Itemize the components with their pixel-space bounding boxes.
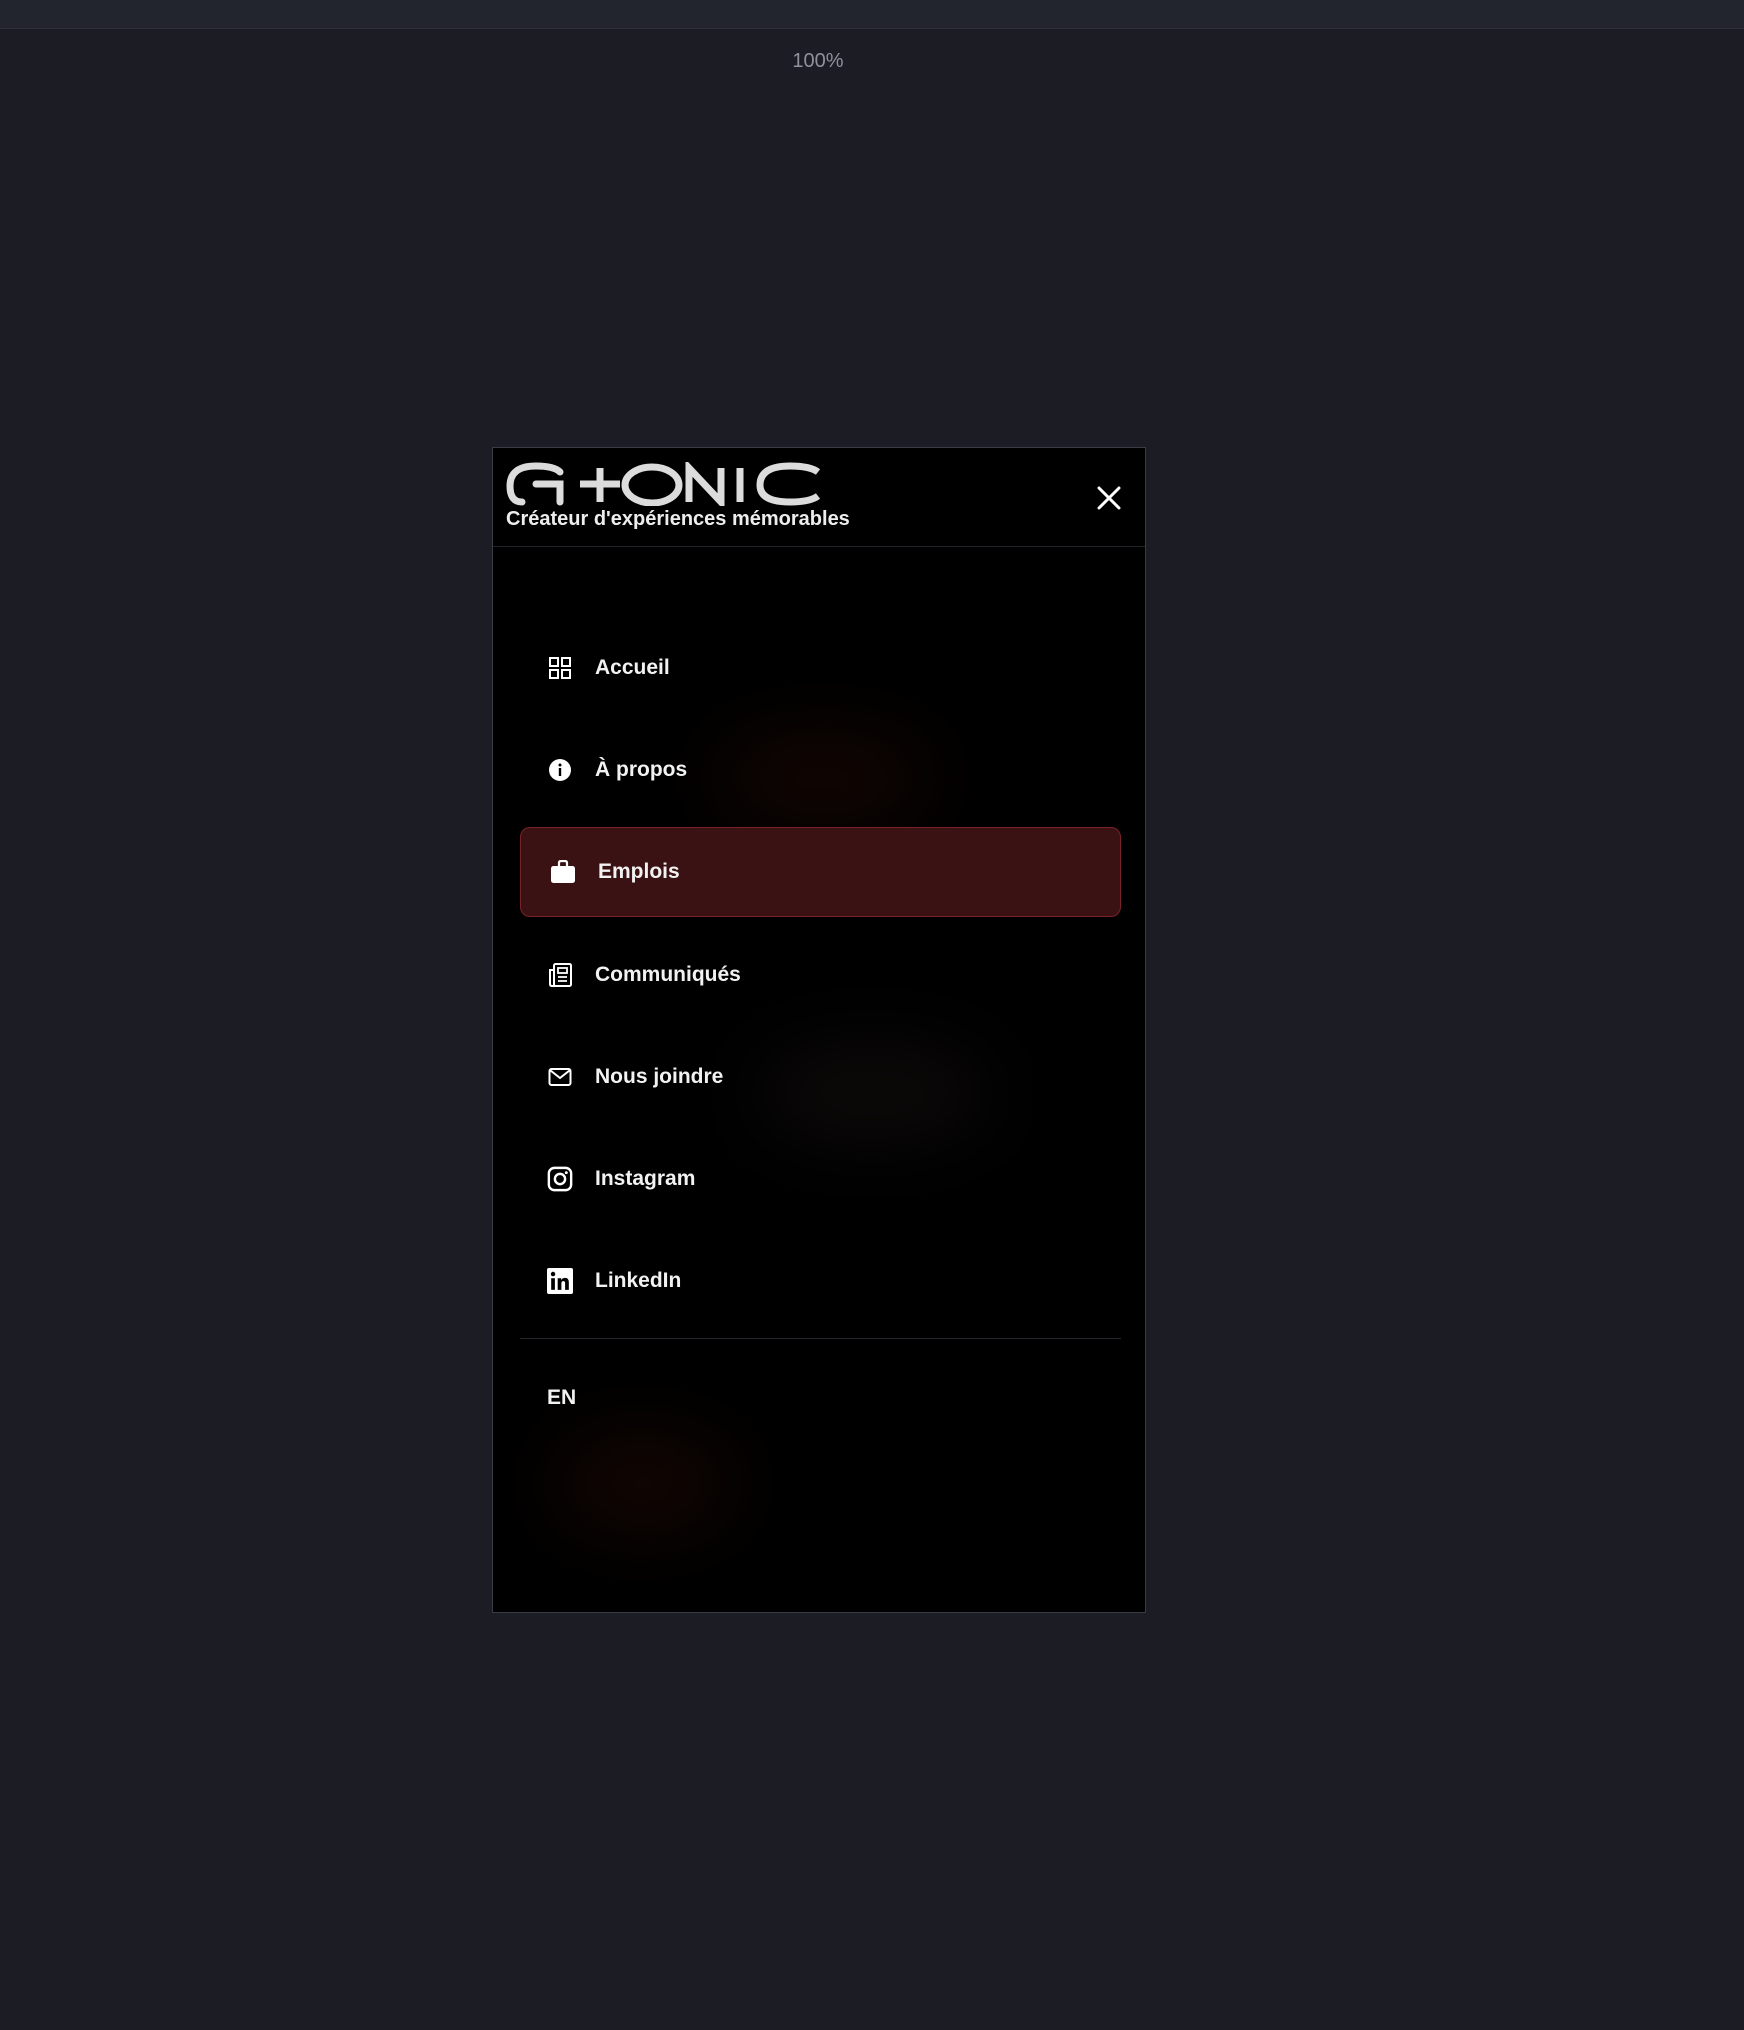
background-glow xyxy=(553,1438,733,1528)
briefcase-icon xyxy=(550,859,576,885)
nav-item-nous-joindre[interactable]: Nous joindre xyxy=(520,1032,1121,1122)
tagline: Créateur d'expériences mémorables xyxy=(506,508,850,530)
close-menu-button[interactable] xyxy=(1089,478,1129,518)
instagram-icon xyxy=(547,1166,573,1192)
nav-item-emplois[interactable]: Emplois xyxy=(520,827,1121,917)
viewer-toolbar xyxy=(0,0,1744,29)
language-toggle[interactable]: EN xyxy=(547,1386,576,1410)
zoom-level: 100% xyxy=(792,50,844,72)
mail-icon xyxy=(547,1064,573,1090)
nav-item-label: Communiqués xyxy=(595,963,741,986)
nav-item-accueil[interactable]: Accueil xyxy=(520,623,1121,713)
close-icon xyxy=(1097,486,1121,510)
nav-item-label: LinkedIn xyxy=(595,1269,682,1292)
mobile-menu-panel: Créateur d'expériences mémorables Accuei… xyxy=(492,447,1146,1613)
nav-item-label: Accueil xyxy=(595,656,670,679)
gtonic-logo xyxy=(506,462,821,506)
nav-item-label: À propos xyxy=(595,758,688,781)
menu-header: Créateur d'expériences mémorables xyxy=(493,448,1145,547)
nav-item-a-propos[interactable]: À propos xyxy=(520,725,1121,815)
nav-item-label: Instagram xyxy=(595,1167,696,1190)
linkedin-icon xyxy=(547,1268,573,1294)
newspaper-icon xyxy=(547,962,573,988)
grid-icon xyxy=(547,655,573,681)
nav-item-communiques[interactable]: Communiqués xyxy=(520,930,1121,1020)
nav-item-label: Emplois xyxy=(598,860,680,883)
info-icon xyxy=(547,757,573,783)
nav-item-linkedin[interactable]: LinkedIn xyxy=(520,1236,1121,1326)
menu-divider xyxy=(520,1338,1121,1339)
nav-item-instagram[interactable]: Instagram xyxy=(520,1134,1121,1224)
nav-item-label: Nous joindre xyxy=(595,1065,724,1088)
